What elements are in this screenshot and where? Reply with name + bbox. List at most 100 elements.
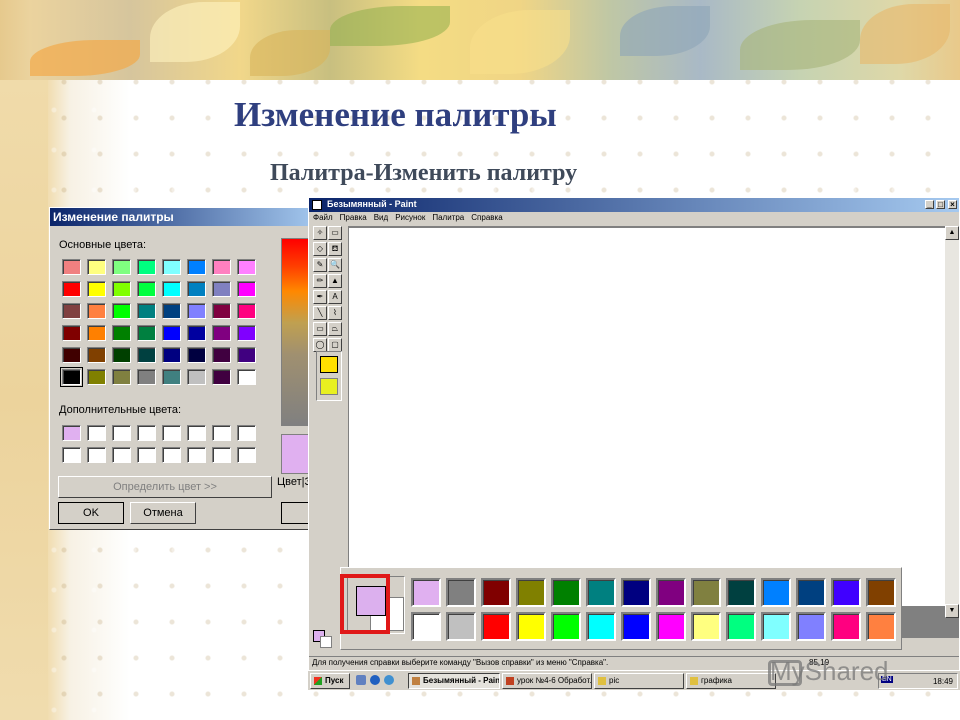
custom-color-swatch[interactable] [137,425,156,441]
basic-color-swatch[interactable] [162,259,181,275]
cancel-button[interactable]: Отмена [130,502,196,524]
maximize-icon[interactable]: □ [936,200,945,209]
basic-color-swatch[interactable] [87,259,106,275]
vertical-scrollbar[interactable]: ▲ ▼ [945,226,959,618]
basic-color-swatch[interactable] [212,303,231,319]
basic-color-swatch[interactable] [237,259,256,275]
palette-color-cell[interactable] [831,612,861,641]
browser-icon[interactable] [370,675,380,685]
custom-color-swatch[interactable] [112,425,131,441]
taskbar-btn-lesson[interactable]: урок №4-6 Обработ... [502,673,592,689]
palette-color-cell[interactable] [411,612,441,641]
basic-color-swatch[interactable] [187,259,206,275]
scroll-up-icon[interactable]: ▲ [945,226,959,240]
custom-color-swatch[interactable] [62,425,81,441]
basic-color-swatch[interactable] [87,281,106,297]
tool-icon[interactable]: ✧ [313,226,327,240]
close-icon[interactable]: × [948,200,957,209]
palette-color-cell[interactable] [446,578,476,607]
palette-color-cell[interactable] [866,612,896,641]
drawing-canvas[interactable] [349,228,949,606]
menu-item[interactable]: Вид [370,212,391,222]
basic-color-swatch[interactable] [62,281,81,297]
custom-color-swatch[interactable] [112,447,131,463]
basic-color-swatch[interactable] [87,303,106,319]
menu-item[interactable]: Правка [336,212,370,222]
custom-color-swatch[interactable] [237,447,256,463]
basic-color-swatch[interactable] [137,369,156,385]
transparent-option-icon[interactable] [320,378,338,395]
custom-color-swatch[interactable] [212,425,231,441]
basic-color-swatch[interactable] [212,259,231,275]
palette-color-cell[interactable] [761,612,791,641]
define-color-button[interactable]: Определить цвет >> [58,476,272,498]
tool-icon[interactable]: ✏ [313,274,327,288]
palette-color-cell[interactable] [446,612,476,641]
basic-color-swatch[interactable] [237,303,256,319]
ok-button[interactable]: OK [58,502,124,524]
tool-icon[interactable]: ⛾ [328,242,342,256]
basic-color-swatch[interactable] [187,281,206,297]
palette-color-cell[interactable] [656,578,686,607]
palette-color-cell[interactable] [656,612,686,641]
tool-icon[interactable]: A [328,290,342,304]
basic-color-swatch[interactable] [62,325,81,341]
basic-color-swatch[interactable] [212,325,231,341]
tool-icon[interactable]: ✒ [313,290,327,304]
palette-color-cell[interactable] [866,578,896,607]
custom-color-swatch[interactable] [187,447,206,463]
basic-color-swatch[interactable] [162,369,181,385]
basic-color-swatch[interactable] [162,303,181,319]
tool-icon[interactable]: ▭ [313,322,327,336]
basic-color-swatch[interactable] [112,347,131,363]
custom-color-swatch[interactable] [187,425,206,441]
basic-color-swatch[interactable] [212,281,231,297]
basic-color-swatch[interactable] [187,369,206,385]
basic-color-swatch[interactable] [137,303,156,319]
basic-color-swatch[interactable] [212,347,231,363]
start-button[interactable]: Пуск [310,673,350,689]
palette-color-cell[interactable] [796,612,826,641]
basic-color-swatch[interactable] [187,325,206,341]
basic-color-swatch[interactable] [137,281,156,297]
menu-item[interactable]: Файл [309,212,336,222]
basic-color-swatch[interactable] [162,347,181,363]
basic-color-swatch[interactable] [87,325,106,341]
basic-color-swatch[interactable] [62,303,81,319]
custom-color-swatch[interactable] [162,425,181,441]
basic-color-swatch[interactable] [237,325,256,341]
tool-icon[interactable]: ▲ [328,274,342,288]
show-desktop-icon[interactable] [356,675,366,685]
palette-color-cell[interactable] [796,578,826,607]
custom-color-swatch[interactable] [162,447,181,463]
taskbar-btn-pic[interactable]: pic [594,673,684,689]
basic-color-swatch[interactable] [112,259,131,275]
palette-color-cell[interactable] [516,612,546,641]
tool-icon[interactable]: 🔍 [328,258,342,272]
tool-icon[interactable]: ◇ [313,242,327,256]
menu-item[interactable]: Рисунок [391,212,428,222]
taskbar-btn-paint[interactable]: Безымянный - Paint [408,673,500,689]
tool-options-box[interactable] [316,351,342,401]
minimize-icon[interactable]: _ [925,200,934,209]
basic-color-swatch[interactable] [112,369,131,385]
tool-icon[interactable]: ╲ [313,306,327,320]
outlook-icon[interactable] [384,675,394,685]
palette-color-cell[interactable] [481,578,511,607]
opaque-option-icon[interactable] [320,356,338,373]
palette-color-cell[interactable] [691,612,721,641]
palette-color-cell[interactable] [761,578,791,607]
palette-color-cell[interactable] [621,612,651,641]
tool-icon[interactable]: ⏢ [328,322,342,336]
basic-color-swatch[interactable] [212,369,231,385]
palette-color-cell[interactable] [551,578,581,607]
basic-color-swatch[interactable] [112,325,131,341]
basic-color-swatch[interactable] [137,347,156,363]
palette-color-cell[interactable] [831,578,861,607]
palette-color-cell[interactable] [726,612,756,641]
basic-color-swatch[interactable] [87,369,106,385]
basic-color-swatch[interactable] [112,281,131,297]
basic-color-swatch[interactable] [87,347,106,363]
basic-color-swatch[interactable] [137,325,156,341]
palette-color-cell[interactable] [516,578,546,607]
